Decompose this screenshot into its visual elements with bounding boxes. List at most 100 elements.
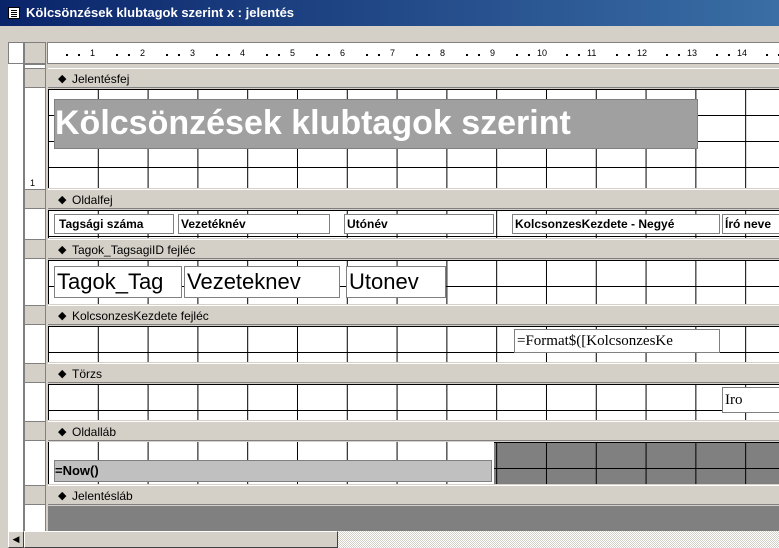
ruler-tick xyxy=(766,54,768,56)
header-col-iro[interactable]: Író neve xyxy=(722,214,779,234)
band-group-header-2[interactable]: ◆ KolcsonzesKezdete fejléc xyxy=(48,305,779,325)
ruler-tick xyxy=(516,54,518,56)
ruler-number: 4 xyxy=(240,48,246,58)
section-group-header-2[interactable]: =Format$([KolcsonzesKe xyxy=(48,326,779,362)
band-detail[interactable]: ◆ Törzs xyxy=(48,363,779,383)
field-iro[interactable]: Iro xyxy=(722,387,779,413)
report-title-label[interactable]: Kölcsönzések klubtagok szerint xyxy=(54,99,698,149)
ruler-tick xyxy=(666,54,668,56)
band-arrow-icon: ◆ xyxy=(58,368,67,380)
ruler-tick xyxy=(228,54,230,56)
band-group-header-1[interactable]: ◆ Tagok_TagsagiID fejléc xyxy=(48,239,779,259)
horizontal-scrollbar[interactable]: ◀ xyxy=(8,531,338,548)
horizontal-ruler[interactable]: 1 2 3 4 5 6 7 8 9 10 11 12 13 14 xyxy=(47,42,779,64)
report-design-window: Kölcsönzések klubtagok szerint x : jelen… xyxy=(0,0,779,548)
band-selector[interactable] xyxy=(24,421,46,441)
ruler-number: 1 xyxy=(90,48,96,58)
band-selector[interactable] xyxy=(24,485,46,505)
band-label: Jelentésláb xyxy=(72,489,133,503)
ruler-number: 14 xyxy=(737,48,748,58)
vruler-number: 1 xyxy=(30,178,36,188)
scroll-thumb[interactable] xyxy=(24,531,338,548)
header-col-vezeteknev[interactable]: Vezetéknév xyxy=(178,214,330,234)
band-arrow-icon: ◆ xyxy=(58,490,67,502)
ruler-number: 9 xyxy=(490,48,496,58)
band-selector[interactable] xyxy=(24,305,46,325)
section-page-footer[interactable]: =Now() xyxy=(48,442,779,484)
section-group-header-1[interactable]: Tagok_Tag Vezeteknev Utonev xyxy=(48,260,779,304)
ruler-tick xyxy=(116,54,118,56)
ruler-tick xyxy=(428,54,430,56)
scroll-left-icon[interactable]: ◀ xyxy=(8,531,24,548)
band-report-footer[interactable]: ◆ Jelentésláb xyxy=(48,485,779,505)
band-selector[interactable] xyxy=(24,189,46,209)
window-title: Kölcsönzések klubtagok szerint x : jelen… xyxy=(26,5,295,20)
ruler-number: 12 xyxy=(637,48,648,58)
band-page-header[interactable]: ◆ Oldalfej xyxy=(48,189,779,209)
section-detail[interactable]: Iro xyxy=(48,384,779,420)
left-strip xyxy=(8,64,24,534)
ruler-number: 7 xyxy=(390,48,396,58)
field-format-expression[interactable]: =Format$([KolcsonzesKe xyxy=(514,329,720,353)
ruler-number: 8 xyxy=(440,48,446,58)
ruler-tick xyxy=(628,54,630,56)
band-label: Oldalfej xyxy=(72,193,113,207)
header-col-utonev[interactable]: Utónév xyxy=(344,214,494,234)
band-label: Jelentésfej xyxy=(72,72,130,86)
ruler-tick xyxy=(566,54,568,56)
scroll-track[interactable] xyxy=(338,531,779,548)
band-arrow-icon: ◆ xyxy=(58,73,67,85)
band-arrow-icon: ◆ xyxy=(58,310,67,322)
ruler-tick xyxy=(366,54,368,56)
header-col-tagsagi[interactable]: Tagsági száma xyxy=(54,214,174,234)
band-arrow-icon: ◆ xyxy=(58,244,67,256)
ruler-tick xyxy=(528,54,530,56)
ruler-tick xyxy=(716,54,718,56)
band-label: Oldalláb xyxy=(72,425,117,439)
ruler-tick xyxy=(266,54,268,56)
ruler-tick xyxy=(728,54,730,56)
ruler-tick xyxy=(278,54,280,56)
band-page-footer[interactable]: ◆ Oldalláb xyxy=(48,421,779,441)
section-report-footer[interactable] xyxy=(48,506,779,531)
ruler-number: 5 xyxy=(290,48,296,58)
ruler-corner-left xyxy=(8,42,24,64)
band-label: Tagok_TagsagiID fejléc xyxy=(72,243,196,257)
header-col-kolcsonzes[interactable]: KolcsonzesKezdete - Negyé xyxy=(512,214,720,234)
ruler-tick xyxy=(166,54,168,56)
ruler-number: 3 xyxy=(190,48,196,58)
field-tagok-tag[interactable]: Tagok_Tag xyxy=(54,266,182,298)
ruler-tick xyxy=(578,54,580,56)
design-area: 1 2 3 4 5 6 7 8 9 10 11 12 13 14 1 ◆ Jel… xyxy=(0,26,779,548)
ruler-tick xyxy=(416,54,418,56)
band-label: Törzs xyxy=(72,367,102,381)
report-icon xyxy=(8,7,20,19)
band-label: KolcsonzesKezdete fejléc xyxy=(72,309,209,323)
section-report-header[interactable]: Kölcsönzések klubtagok szerint xyxy=(48,89,779,188)
field-now[interactable]: =Now() xyxy=(54,460,492,482)
ruler-number: 13 xyxy=(687,48,698,58)
ruler-tick xyxy=(178,54,180,56)
title-bar[interactable]: Kölcsönzések klubtagok szerint x : jelen… xyxy=(0,0,779,26)
ruler-tick xyxy=(378,54,380,56)
ruler-tick xyxy=(66,54,68,56)
ruler-tick xyxy=(328,54,330,56)
field-utonev[interactable]: Utonev xyxy=(346,266,446,298)
ruler-number: 11 xyxy=(587,48,597,58)
ruler-tick xyxy=(616,54,618,56)
ruler-tick xyxy=(316,54,318,56)
field-vezeteknev[interactable]: Vezeteknev xyxy=(184,266,340,298)
ruler-tick xyxy=(466,54,468,56)
ruler-number: 10 xyxy=(537,48,548,58)
vertical-ruler[interactable]: 1 xyxy=(24,64,46,534)
band-report-header[interactable]: ◆ Jelentésfej xyxy=(48,68,779,88)
band-selector[interactable] xyxy=(24,363,46,383)
ruler-tick xyxy=(216,54,218,56)
section-page-header[interactable]: Tagsági száma Vezetéknév Utónév Kolcsonz… xyxy=(48,210,779,238)
band-selector[interactable] xyxy=(24,68,46,88)
band-selector[interactable] xyxy=(24,239,46,259)
report-selector[interactable] xyxy=(24,42,46,64)
ruler-tick xyxy=(478,54,480,56)
ruler-number: 6 xyxy=(340,48,346,58)
ruler-tick xyxy=(78,54,80,56)
